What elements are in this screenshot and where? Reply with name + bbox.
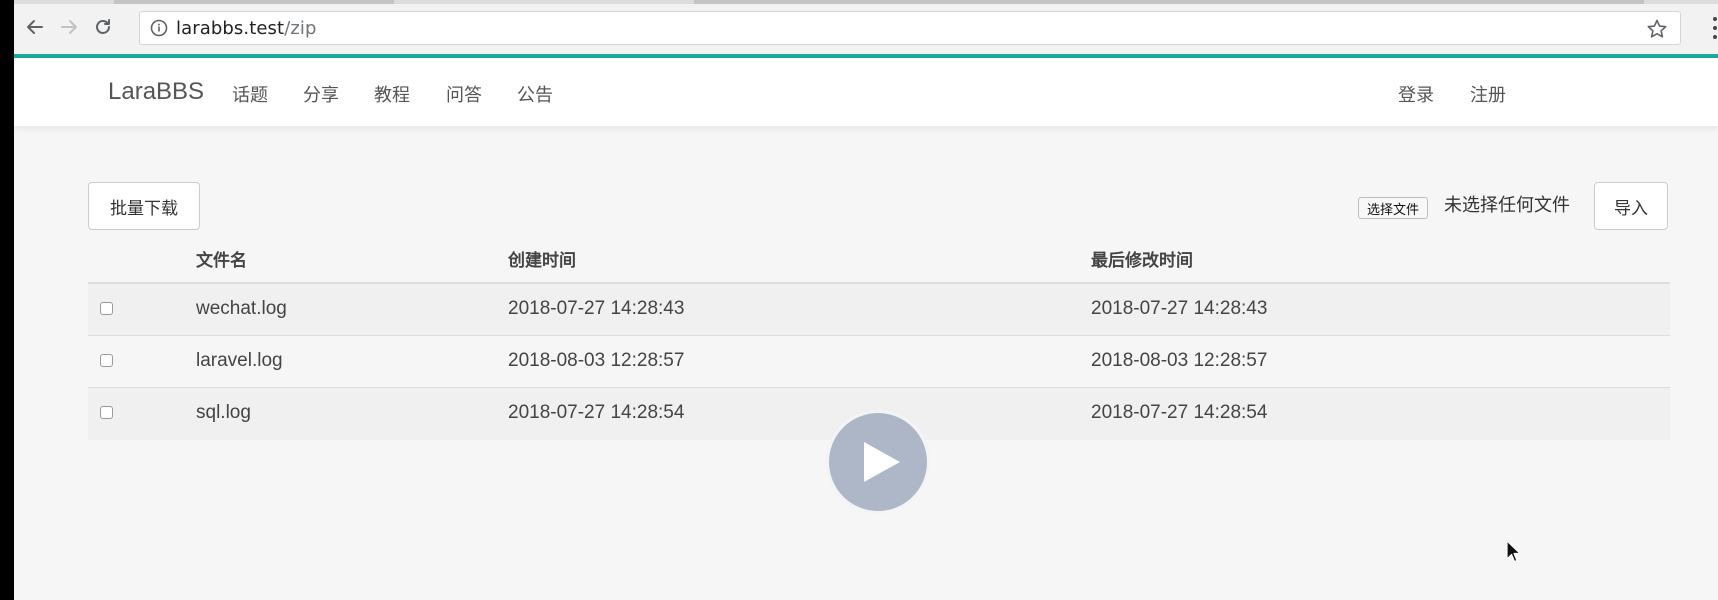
nav-link-qa[interactable]: 问答 xyxy=(446,81,482,107)
back-button[interactable] xyxy=(22,14,48,40)
column-header-created: 创建时间 xyxy=(508,251,576,271)
nav-link-announcements[interactable]: 公告 xyxy=(517,81,553,107)
url-host: larabbs.test xyxy=(176,17,285,39)
cell-modified: 2018-08-03 12:28:57 xyxy=(1091,350,1268,371)
table-header: 文件名 创建时间 最后修改时间 xyxy=(88,234,1670,284)
nav-link-topics[interactable]: 话题 xyxy=(232,81,268,107)
reload-icon xyxy=(96,19,110,34)
url-path: /zip xyxy=(284,17,317,39)
table-row[interactable]: wechat.log 2018-07-27 14:28:43 2018-07-2… xyxy=(88,284,1670,336)
mouse-cursor-icon xyxy=(1506,540,1521,563)
cell-created: 2018-08-03 12:28:57 xyxy=(508,350,685,371)
video-play-button[interactable] xyxy=(826,410,930,514)
browser-toolbar: larabbs.test/zip xyxy=(14,0,1718,58)
cell-modified: 2018-07-27 14:28:54 xyxy=(1091,402,1268,423)
site-navbar: LaraBBS 话题 分享 教程 问答 公告 登录 注册 xyxy=(14,58,1718,126)
play-icon xyxy=(864,442,900,482)
reload-button[interactable] xyxy=(90,14,116,40)
url-text: larabbs.test/zip xyxy=(176,18,317,39)
row-checkbox[interactable] xyxy=(100,354,113,367)
row-checkbox[interactable] xyxy=(100,406,113,419)
forward-button[interactable] xyxy=(56,14,82,40)
batch-download-button[interactable]: 批量下载 xyxy=(88,182,200,230)
row-checkbox[interactable] xyxy=(100,302,113,315)
column-header-modified: 最后修改时间 xyxy=(1091,251,1193,271)
browser-tab[interactable] xyxy=(694,0,1644,4)
cell-filename: sql.log xyxy=(196,402,251,423)
arrow-left-icon xyxy=(27,20,43,34)
cell-filename: laravel.log xyxy=(196,350,283,371)
kebab-menu-icon[interactable] xyxy=(1712,17,1718,39)
nav-link-share[interactable]: 分享 xyxy=(303,81,339,107)
star-icon[interactable] xyxy=(1646,18,1668,40)
file-status-text: 未选择任何文件 xyxy=(1444,195,1570,216)
arrow-right-icon xyxy=(61,20,77,34)
info-icon[interactable] xyxy=(150,19,168,37)
choose-file-button[interactable]: 选择文件 xyxy=(1358,197,1429,219)
login-link[interactable]: 登录 xyxy=(1398,81,1434,107)
browser-tab[interactable] xyxy=(114,0,394,4)
tab-strip xyxy=(14,0,1718,4)
address-bar[interactable]: larabbs.test/zip xyxy=(139,11,1681,45)
screen: larabbs.test/zip LaraBBS 话题 分享 教程 问答 公告 … xyxy=(14,0,1718,600)
cell-created: 2018-07-27 14:28:43 xyxy=(508,298,685,319)
brand-logo[interactable]: LaraBBS xyxy=(108,78,204,106)
column-header-filename: 文件名 xyxy=(196,251,247,271)
cell-modified: 2018-07-27 14:28:43 xyxy=(1091,298,1268,319)
cell-created: 2018-07-27 14:28:54 xyxy=(508,402,685,423)
table-row[interactable]: laravel.log 2018-08-03 12:28:57 2018-08-… xyxy=(88,336,1670,388)
register-link[interactable]: 注册 xyxy=(1470,81,1506,107)
nav-link-tutorials[interactable]: 教程 xyxy=(374,81,410,107)
cell-filename: wechat.log xyxy=(196,298,287,319)
import-button[interactable]: 导入 xyxy=(1594,182,1668,230)
